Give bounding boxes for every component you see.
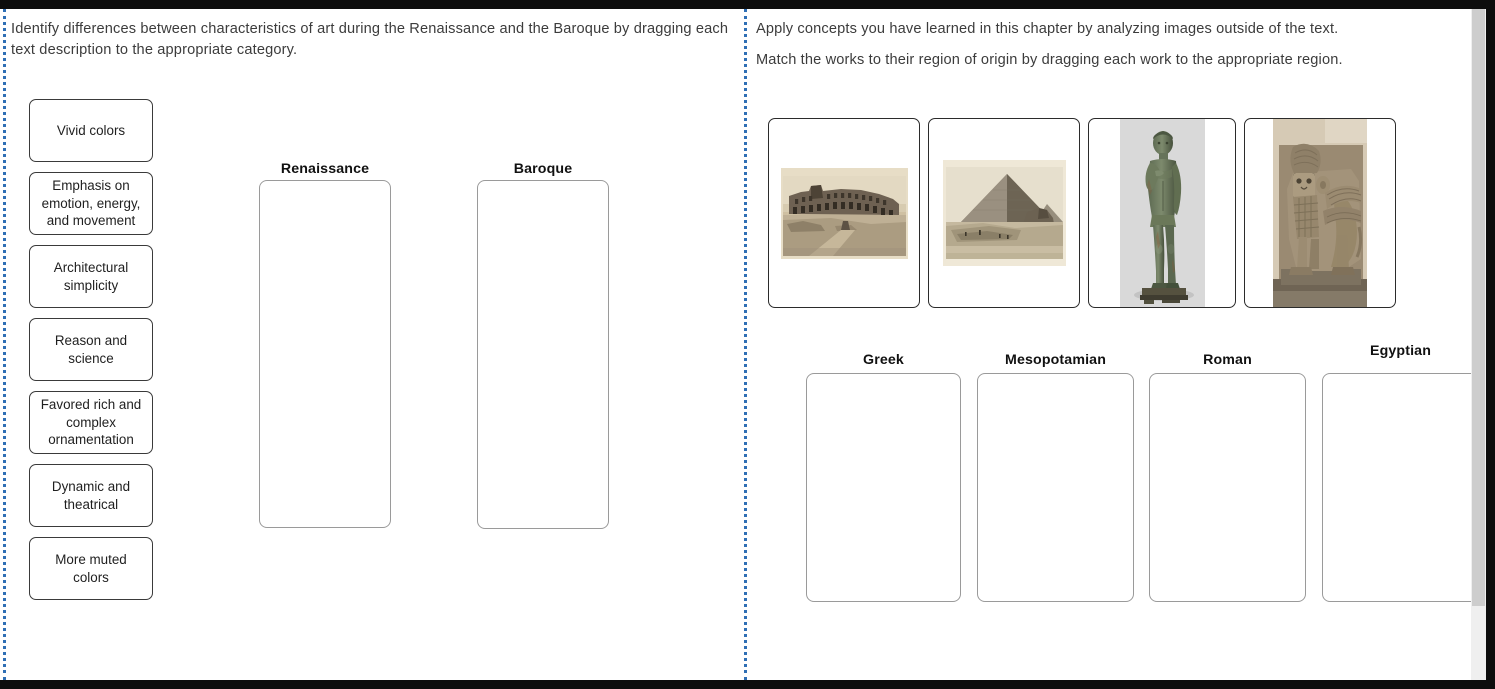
draggable-item-more-muted-colors[interactable]: More muted colors — [29, 537, 153, 600]
art-card-lamassu[interactable] — [1244, 118, 1396, 308]
art-card-bronze-kouros[interactable] — [1088, 118, 1236, 308]
draggable-item-label: Emphasis on emotion, energy, and movemen… — [41, 178, 141, 229]
dropzone-mesopotamian[interactable] — [977, 373, 1134, 602]
draggable-item-label: More muted colors — [55, 552, 127, 585]
draggable-item-architectural-simplicity[interactable]: Architectural simplicity — [29, 245, 153, 308]
left-dotted-rail — [3, 9, 6, 680]
pyramid-sphinx-photograph-icon — [942, 160, 1066, 266]
draggable-item-label: Reason and science — [54, 333, 128, 366]
activity-canvas: Identify differences between characteris… — [0, 9, 1486, 680]
left-panel-instruction: Identify differences between characteris… — [11, 21, 729, 58]
draggable-item-emphasis-on-emotion[interactable]: Emphasis on emotion, energy, and movemen… — [29, 172, 153, 235]
draggable-item-vivid-colors[interactable]: Vivid colors — [29, 99, 153, 162]
dropzone-group-baroque: Baroque — [477, 161, 609, 529]
draggable-item-dynamic-and-theatrical[interactable]: Dynamic and theatrical — [29, 464, 153, 527]
draggable-item-label: Dynamic and theatrical — [51, 479, 131, 512]
vertical-scrollbar[interactable] — [1471, 9, 1486, 680]
dropzone-egyptian[interactable] — [1322, 373, 1479, 602]
art-card-colosseum[interactable] — [768, 118, 920, 308]
window-frame-bottom-bar — [0, 680, 1495, 689]
dropzone-group-renaissance: Renaissance — [259, 161, 391, 528]
dropzone-group-roman: Roman — [1149, 352, 1306, 602]
window-frame-right-edge — [1486, 0, 1495, 689]
draggable-item-favored-rich-ornamentation[interactable]: Favored rich and complex ornamentation — [29, 391, 153, 454]
draggable-items-list: Vivid colors Emphasis on emotion, energy… — [29, 99, 153, 610]
dropzone-label-roman: Roman — [1203, 352, 1252, 368]
window-frame-top-bar — [0, 0, 1495, 9]
scrollbar-thumb[interactable] — [1472, 9, 1485, 606]
draggable-item-label: Architectural simplicity — [53, 260, 129, 293]
dropzone-label-renaissance: Renaissance — [280, 161, 370, 177]
colosseum-photograph-icon — [780, 167, 908, 259]
dropzone-label-baroque: Baroque — [513, 161, 573, 177]
dropzone-label-mesopotamian: Mesopotamian — [1004, 352, 1107, 368]
dropzone-renaissance[interactable] — [259, 180, 391, 528]
dropzone-roman[interactable] — [1149, 373, 1306, 602]
draggable-item-label: Vivid colors — [56, 122, 126, 138]
dropzone-group-greek: Greek — [806, 352, 961, 602]
right-panel-instruction-secondary: Match the works to their region of origi… — [756, 52, 1343, 68]
art-card-pyramid-sphinx[interactable] — [928, 118, 1080, 308]
left-activity-panel: Identify differences between characteris… — [0, 9, 742, 680]
draggable-item-label: Favored rich and complex ornamentation — [40, 397, 142, 448]
right-activity-panel: Apply concepts you have learned in this … — [744, 9, 1479, 680]
dropzone-label-egyptian: Egyptian — [1369, 343, 1432, 359]
panel-divider-dotted-rail — [744, 9, 747, 680]
draggable-item-reason-and-science[interactable]: Reason and science — [29, 318, 153, 381]
dropzone-greek[interactable] — [806, 373, 961, 602]
dropzone-label-greek: Greek — [863, 352, 904, 368]
bronze-kouros-statue-icon — [1119, 119, 1205, 307]
lamassu-relief-icon — [1273, 119, 1367, 307]
dropzone-group-mesopotamian: Mesopotamian — [977, 352, 1134, 602]
dropzone-group-egyptian: Egyptian — [1322, 343, 1479, 602]
dropzone-baroque[interactable] — [477, 180, 609, 529]
right-panel-instruction-primary: Apply concepts you have learned in this … — [756, 21, 1339, 37]
